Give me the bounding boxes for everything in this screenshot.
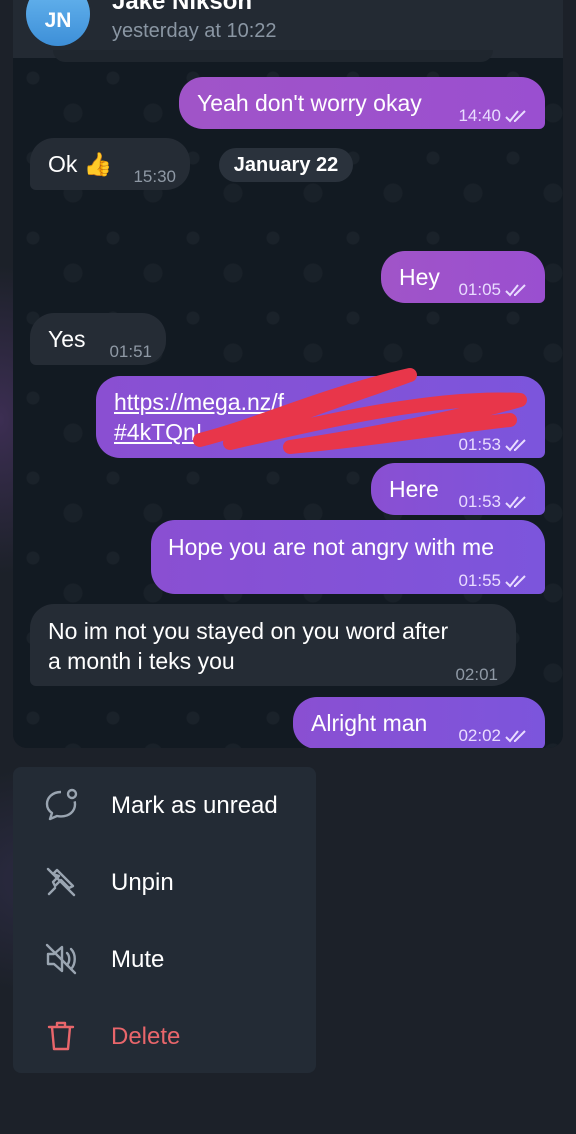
menu-item-mark-unread[interactable]: Mark as unread: [13, 767, 316, 844]
message-text-line1: No im not you stayed on you word after: [48, 618, 449, 644]
message-meta: 01:51: [109, 337, 152, 367]
message-incoming[interactable]: No im not you stayed on you word after a…: [30, 604, 516, 686]
message-time: 01:53: [458, 492, 501, 511]
message-incoming[interactable]: Yes 01:51: [30, 313, 166, 365]
message-outgoing[interactable]: Alright man 02:02: [293, 697, 545, 748]
menu-item-label: Mark as unread: [111, 791, 278, 819]
message-incoming[interactable]: Ok 👍 15:30: [30, 138, 190, 190]
double-check-icon: [505, 730, 526, 743]
message-time: 01:55: [458, 571, 501, 590]
message-outgoing[interactable]: Yeah don't worry okay 14:40: [179, 77, 545, 129]
message-meta: 02:01: [455, 660, 498, 690]
date-separator: January 22: [219, 148, 353, 182]
message-time: 02:02: [458, 726, 501, 745]
trash-icon: [47, 1021, 75, 1051]
double-check-icon: [505, 575, 526, 588]
menu-item-label: Mute: [111, 945, 165, 973]
menu-item-mute[interactable]: Mute: [13, 921, 316, 998]
unread-bubble-icon: [45, 788, 78, 821]
message-time: 01:53: [458, 435, 501, 454]
message-meta: 01:53: [458, 487, 531, 517]
message-meta: 14:40: [458, 101, 531, 131]
message-text: Here: [389, 476, 439, 502]
message-outgoing[interactable]: Hey 01:05: [381, 251, 545, 303]
message-text: Yeah don't worry okay: [197, 90, 422, 116]
contact-name[interactable]: Jake Nikson: [112, 0, 252, 16]
message-time: 15:30: [133, 167, 176, 186]
menu-item-delete[interactable]: Delete: [13, 998, 316, 1075]
message-meta: 01:53: [458, 430, 531, 460]
chat-preview[interactable]: JN Jake Nikson yesterday at 10:22 Yeah d…: [13, 0, 563, 748]
message-outgoing[interactable]: Here 01:53: [371, 463, 545, 515]
message-meta: 02:02: [458, 721, 531, 748]
message-text: Hope you are not angry with me: [168, 534, 495, 560]
message-time: 14:40: [458, 106, 501, 125]
menu-item-label: Unpin: [111, 868, 174, 896]
message-text: Yes: [48, 326, 86, 352]
message-time: 01:05: [458, 280, 501, 299]
message-link-line2[interactable]: #4kTQnI: [114, 417, 202, 447]
message-text: Hey: [399, 264, 440, 290]
message-meta: 01:05: [458, 275, 531, 305]
message-text-line2: a month i teks you: [48, 648, 235, 674]
message-link-line1[interactable]: https://mega.nz/f: [114, 387, 284, 417]
message-text: Ok 👍: [48, 151, 113, 177]
mute-icon: [45, 943, 77, 975]
header-pinned-bar: [53, 50, 493, 62]
message-outgoing-link[interactable]: https://mega.nz/f #4kTQnI 01:53: [96, 376, 545, 458]
message-text: Alright man: [311, 710, 428, 736]
double-check-icon: [505, 496, 526, 509]
message-time: 02:01: [455, 665, 498, 684]
double-check-icon: [505, 284, 526, 297]
message-meta: 01:55: [458, 566, 531, 596]
avatar-initials: JN: [44, 9, 72, 32]
double-check-icon: [505, 439, 526, 452]
context-menu: Mark as unread Unpin Mute Delete: [13, 767, 316, 1073]
last-seen-status: yesterday at 10:22: [112, 20, 277, 42]
message-outgoing[interactable]: Hope you are not angry with me 01:55: [151, 520, 545, 594]
avatar[interactable]: JN: [26, 0, 90, 46]
double-check-icon: [505, 110, 526, 123]
unpin-icon: [46, 867, 76, 897]
menu-item-unpin[interactable]: Unpin: [13, 844, 316, 921]
message-time: 01:51: [109, 342, 152, 361]
menu-item-label: Delete: [111, 1022, 181, 1050]
message-meta: 15:30: [133, 162, 176, 192]
